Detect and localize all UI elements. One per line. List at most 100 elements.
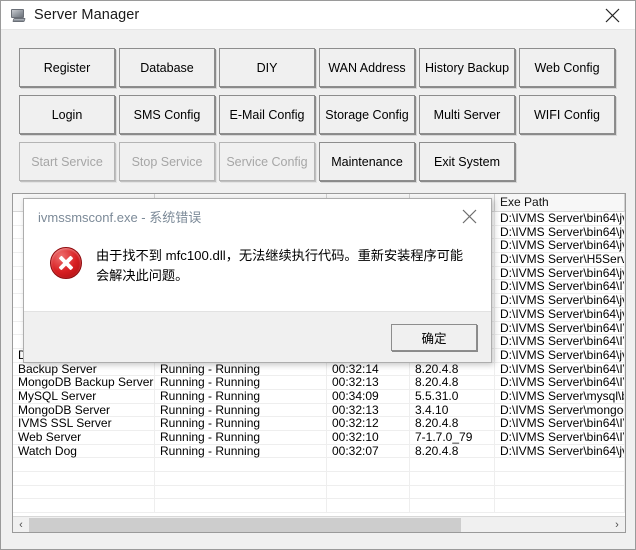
table-cell: Web Server bbox=[13, 431, 155, 445]
table-cell bbox=[327, 472, 410, 486]
table-row[interactable]: Backup ServerRunning - Running00:32:148.… bbox=[13, 363, 625, 377]
diy-button[interactable]: DIY bbox=[219, 48, 315, 87]
table-cell bbox=[410, 499, 495, 513]
dialog-ok-button[interactable]: 确定 bbox=[391, 324, 477, 351]
database-button[interactable]: Database bbox=[119, 48, 215, 87]
multi-server-button[interactable]: Multi Server bbox=[419, 95, 515, 134]
table-cell bbox=[155, 486, 327, 500]
table-cell bbox=[155, 458, 327, 472]
table-cell: D:\IVMS Server\bin64\IVI bbox=[495, 376, 625, 390]
dialog-footer: 确定 bbox=[24, 311, 491, 362]
dialog-close-button[interactable] bbox=[447, 199, 491, 233]
table-row[interactable]: IVMS SSL ServerRunning - Running00:32:12… bbox=[13, 417, 625, 431]
table-cell: Running - Running bbox=[155, 363, 327, 377]
table-cell: 00:32:14 bbox=[327, 363, 410, 377]
scrollbar-thumb[interactable] bbox=[29, 518, 461, 532]
window-close-button[interactable] bbox=[589, 1, 635, 30]
table-cell bbox=[495, 486, 625, 500]
table-cell: D:\IVMS Server\bin64\jvm bbox=[495, 445, 625, 459]
email-config-button[interactable]: E-Mail Config bbox=[219, 95, 315, 134]
table-cell: 00:32:07 bbox=[327, 445, 410, 459]
table-cell: 00:32:10 bbox=[327, 431, 410, 445]
table-cell: D:\IVMS Server\bin64\IVI bbox=[495, 322, 625, 336]
table-cell bbox=[410, 472, 495, 486]
table-cell: Backup Server bbox=[13, 363, 155, 377]
dialog-titlebar: ivmssmsconf.exe - 系统错误 bbox=[24, 199, 491, 233]
table-cell: D:\IVMS Server\bin64\jvm bbox=[495, 212, 625, 226]
error-circle-x-icon bbox=[50, 247, 82, 279]
table-cell bbox=[495, 472, 625, 486]
table-cell: D:\IVMS Server\bin64\jvm bbox=[495, 294, 625, 308]
table-cell: 7-1.7.0_79 bbox=[410, 431, 495, 445]
column-header-4[interactable]: Exe Path bbox=[495, 194, 625, 211]
dialog-title: ivmssmsconf.exe - 系统错误 bbox=[38, 207, 201, 226]
table-cell: Running - Running bbox=[155, 431, 327, 445]
table-cell: D:\IVMS Server\bin64\jvm bbox=[495, 239, 625, 253]
table-row[interactable] bbox=[13, 472, 625, 486]
table-row[interactable] bbox=[13, 486, 625, 500]
service-config-button: Service Config bbox=[219, 142, 315, 181]
table-cell bbox=[410, 486, 495, 500]
storage-config-button[interactable]: Storage Config bbox=[319, 95, 415, 134]
sms-config-button[interactable]: SMS Config bbox=[119, 95, 215, 134]
table-cell: D:\IVMS Server\bin64\jvm bbox=[495, 226, 625, 240]
scroll-right-icon[interactable]: › bbox=[609, 517, 625, 533]
table-cell bbox=[327, 486, 410, 500]
table-cell: D:\IVMS Server\bin64\IVI bbox=[495, 280, 625, 294]
table-row[interactable]: MongoDB Backup ServerRunning - Running00… bbox=[13, 376, 625, 390]
window-title: Server Manager bbox=[34, 7, 139, 23]
table-cell: 00:32:13 bbox=[327, 376, 410, 390]
table-cell bbox=[495, 458, 625, 472]
table-cell: 8.20.4.8 bbox=[410, 445, 495, 459]
table-row[interactable]: Web ServerRunning - Running00:32:107-1.7… bbox=[13, 431, 625, 445]
maintenance-button[interactable]: Maintenance bbox=[319, 142, 415, 181]
table-cell: D:\IVMS Server\bin64\IVI bbox=[495, 363, 625, 377]
table-cell: Running - Running bbox=[155, 376, 327, 390]
horizontal-scrollbar[interactable]: ‹ › bbox=[13, 516, 625, 532]
table-cell: 8.20.4.8 bbox=[410, 363, 495, 377]
wifi-config-button[interactable]: WIFI Config bbox=[519, 95, 615, 134]
action-button-grid: RegisterDatabaseDIYWAN AddressHistory Ba… bbox=[1, 30, 635, 188]
window-titlebar: Server Manager bbox=[1, 1, 635, 30]
table-cell: D:\IVMS Server\mysql\bin bbox=[495, 390, 625, 404]
table-cell bbox=[495, 499, 625, 513]
table-cell: Watch Dog bbox=[13, 445, 155, 459]
table-row[interactable]: MongoDB ServerRunning - Running00:32:133… bbox=[13, 404, 625, 418]
table-cell: MySQL Server bbox=[13, 390, 155, 404]
table-cell bbox=[155, 472, 327, 486]
table-cell: D:\IVMS Server\bin64\jvm bbox=[495, 267, 625, 281]
table-cell bbox=[13, 486, 155, 500]
table-cell: D:\IVMS Server\bin64\IVI bbox=[495, 431, 625, 445]
exit-system-button[interactable]: Exit System bbox=[419, 142, 515, 181]
system-error-dialog: ivmssmsconf.exe - 系统错误 由于找不到 mfc100.dll，… bbox=[23, 198, 492, 363]
table-cell: Running - Running bbox=[155, 445, 327, 459]
table-cell bbox=[327, 499, 410, 513]
table-cell bbox=[410, 458, 495, 472]
table-cell: Running - Running bbox=[155, 390, 327, 404]
web-config-button[interactable]: Web Config bbox=[519, 48, 615, 87]
table-cell bbox=[13, 458, 155, 472]
table-cell: 5.5.31.0 bbox=[410, 390, 495, 404]
login-button[interactable]: Login bbox=[19, 95, 115, 134]
table-cell: D:\IVMS Server\bin64\IVI bbox=[495, 417, 625, 431]
table-cell: D:\IVMS Server\bin64\IVI bbox=[495, 335, 625, 349]
history-backup-button[interactable]: History Backup bbox=[419, 48, 515, 87]
table-cell: MongoDB Server bbox=[13, 404, 155, 418]
dialog-message: 由于找不到 mfc100.dll，无法继续执行代码。重新安装程序可能会解决此问题… bbox=[96, 246, 471, 311]
table-row[interactable] bbox=[13, 458, 625, 472]
table-cell: D:\IVMS Server\mongodb bbox=[495, 404, 625, 418]
table-cell: D:\IVMS Server\bin64\jvm bbox=[495, 349, 625, 363]
table-cell bbox=[327, 458, 410, 472]
table-cell: D:\IVMS Server\bin64\jvm bbox=[495, 308, 625, 322]
server-manager-window: Server Manager RegisterDatabaseDIYWAN Ad… bbox=[0, 0, 636, 550]
table-cell: 8.20.4.8 bbox=[410, 376, 495, 390]
table-row[interactable] bbox=[13, 499, 625, 513]
table-cell: IVMS SSL Server bbox=[13, 417, 155, 431]
table-row[interactable]: MySQL ServerRunning - Running00:34:095.5… bbox=[13, 390, 625, 404]
wan-address-button[interactable]: WAN Address bbox=[319, 48, 415, 87]
table-row[interactable]: Watch DogRunning - Running00:32:078.20.4… bbox=[13, 445, 625, 459]
register-button[interactable]: Register bbox=[19, 48, 115, 87]
scrollbar-track[interactable] bbox=[29, 517, 609, 533]
table-cell bbox=[155, 499, 327, 513]
scroll-left-icon[interactable]: ‹ bbox=[13, 517, 29, 533]
